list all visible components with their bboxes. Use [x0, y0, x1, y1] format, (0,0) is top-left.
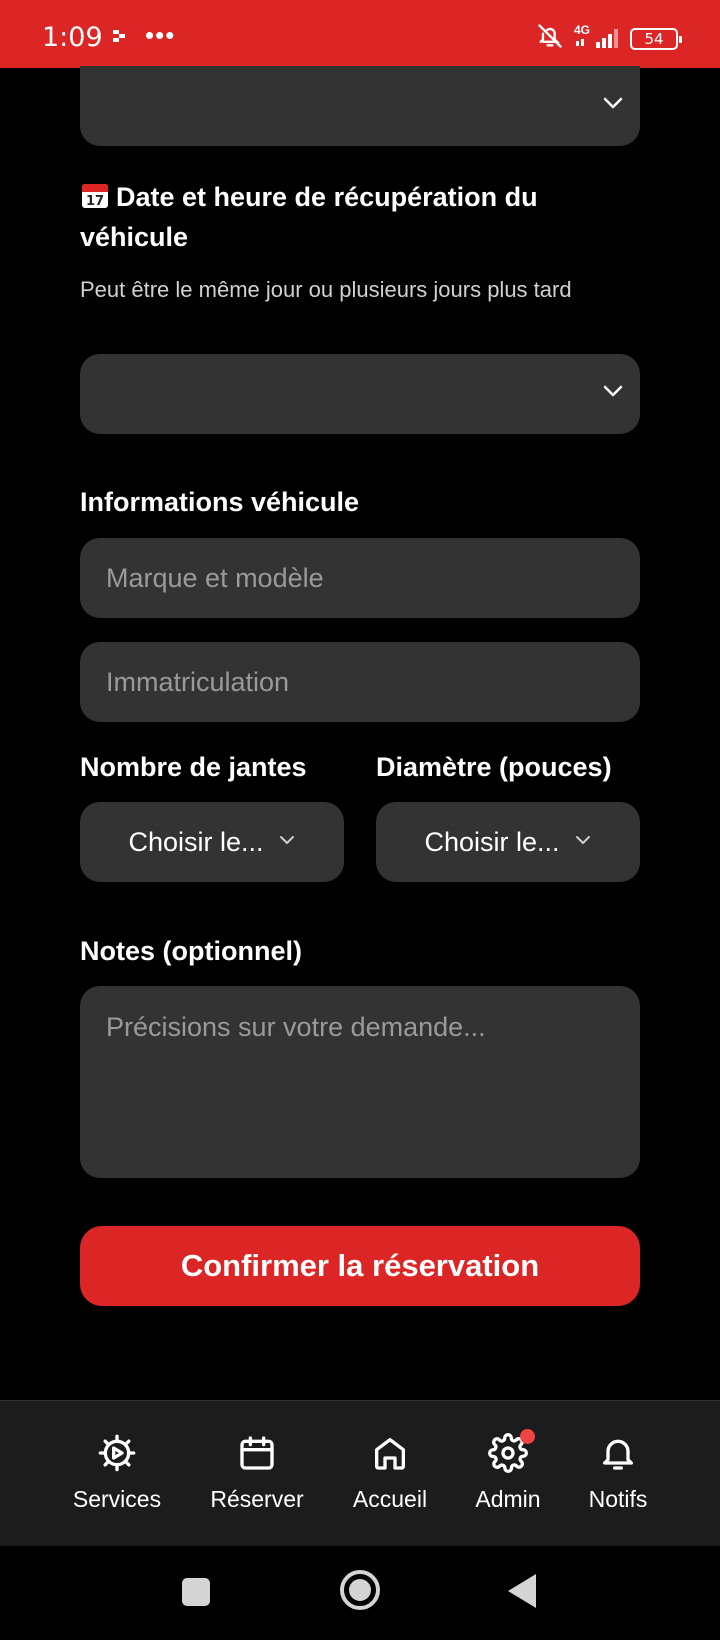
nav-label: Admin	[475, 1486, 541, 1512]
system-navigation-bar	[0, 1546, 720, 1640]
vehicle-info-title: Informations véhicule	[80, 487, 360, 517]
chevron-down-icon	[574, 833, 592, 851]
pickup-section-title: 17 Date et heure de récupération du véhi…	[80, 177, 640, 257]
admin-alert-badge	[520, 1429, 535, 1444]
status-more-dots: •••	[145, 20, 176, 50]
bottom-navigation: Services Réserver Accueil Admin Notifs	[0, 1400, 720, 1546]
rims-count-select[interactable]: Choisir le...	[80, 802, 344, 882]
svg-text:17: 17	[86, 194, 104, 209]
nav-label: Notifs	[588, 1486, 648, 1512]
pickup-datetime-select[interactable]	[80, 354, 640, 434]
battery-indicator: 54	[630, 27, 682, 50]
chevron-down-icon	[602, 96, 624, 115]
status-indicators: 4G 54	[536, 22, 682, 55]
nav-item-services[interactable]: Services	[52, 1433, 182, 1513]
status-bar: 1:09 ••• 4G 54	[0, 0, 720, 68]
notes-textarea[interactable]	[80, 986, 640, 1178]
system-home-icon[interactable]	[340, 1570, 380, 1610]
back-icon[interactable]	[508, 1574, 536, 1608]
rims-count-label: Nombre de jantes	[80, 752, 307, 782]
nav-label: Réserver	[210, 1486, 304, 1512]
recent-apps-icon[interactable]	[182, 1578, 210, 1606]
pickup-hint: Peut être le même jour ou plusieurs jour…	[80, 277, 572, 302]
calendar-emoji-icon: 17	[80, 180, 110, 210]
notes-title: Notes (optionnel)	[80, 936, 302, 966]
nav-item-notifs[interactable]: Notifs	[553, 1433, 683, 1513]
screen-cast-icon	[112, 28, 128, 49]
nav-item-reserve[interactable]: Réserver	[192, 1433, 322, 1513]
nav-label: Accueil	[352, 1486, 428, 1512]
services-gear-icon	[97, 1433, 137, 1478]
confirm-reservation-button[interactable]: Confirmer la réservation	[80, 1226, 640, 1306]
signal-icon: 4G	[574, 23, 620, 52]
chevron-down-icon	[278, 833, 296, 851]
diameter-value: Choisir le...	[424, 826, 560, 857]
brand-model-input[interactable]	[80, 538, 640, 618]
home-icon	[370, 1433, 410, 1478]
pickup-title-text: Date et heure de récupération du véhicul…	[80, 182, 538, 252]
bell-icon	[598, 1433, 638, 1478]
rims-count-value: Choisir le...	[128, 826, 264, 857]
dropoff-datetime-select[interactable]	[80, 66, 640, 146]
diameter-select[interactable]: Choisir le...	[376, 802, 640, 882]
diameter-label: Diamètre (pouces)	[376, 752, 612, 782]
chevron-down-icon	[602, 384, 624, 403]
nav-label: Services	[72, 1486, 162, 1512]
nav-item-home[interactable]: Accueil	[325, 1433, 455, 1513]
license-plate-input[interactable]	[80, 642, 640, 722]
notifications-muted-icon	[536, 22, 564, 55]
status-time: 1:09	[42, 22, 103, 53]
calendar-icon	[237, 1433, 277, 1478]
